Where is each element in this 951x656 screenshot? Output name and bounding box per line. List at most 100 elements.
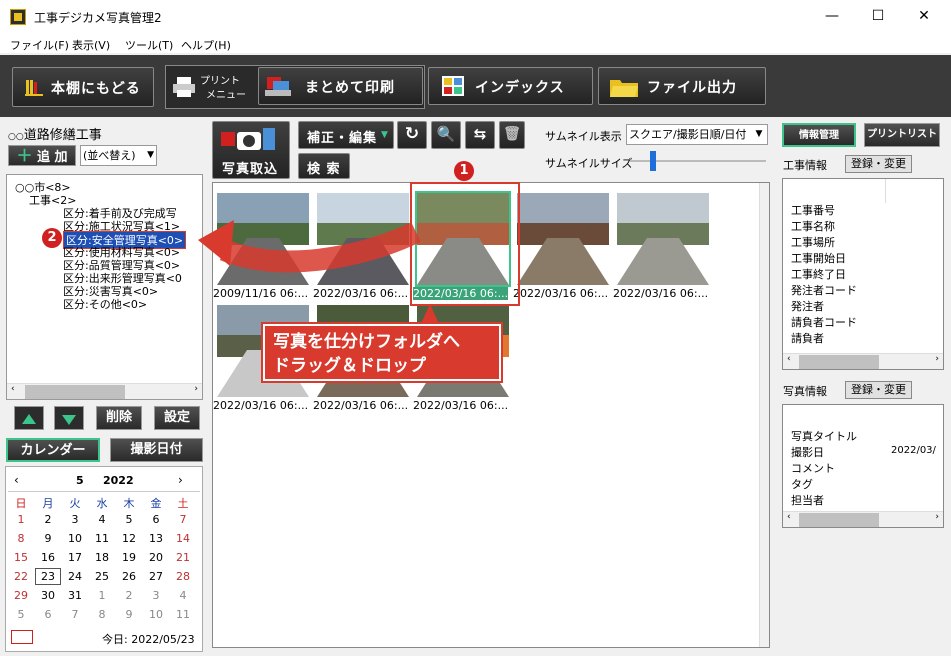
delete-button[interactable]: 削除 [96, 406, 142, 430]
sort-select[interactable]: (並べ替え) ▼ [80, 145, 157, 166]
calendar-day[interactable]: 16 [35, 551, 61, 564]
scroll-right-icon[interactable]: › [935, 512, 939, 522]
calendar-day[interactable]: 7 [62, 608, 88, 621]
menu-file[interactable]: ファイル(F) [10, 37, 69, 53]
calendar-day[interactable]: 11 [89, 532, 115, 545]
calendar-day[interactable]: 5 [8, 608, 34, 621]
calendar-day[interactable]: 23 [35, 568, 61, 585]
photo-info-scrollbar[interactable]: ‹ › [783, 511, 943, 527]
calendar-day[interactable]: 9 [116, 608, 142, 621]
shoot-date-tab[interactable]: 撮影日付 [110, 438, 203, 462]
calendar-day[interactable]: 24 [62, 570, 88, 583]
trash-button[interactable]: 🗑 [499, 121, 525, 149]
calendar-day[interactable]: 26 [116, 570, 142, 583]
calendar-day[interactable]: 21 [170, 551, 196, 564]
calendar-tab[interactable]: カレンダー [6, 438, 100, 462]
scroll-left-icon[interactable]: ‹ [11, 384, 15, 394]
photo-date-value: 2022/03/ [891, 445, 936, 456]
calendar-day[interactable]: 30 [35, 589, 61, 602]
calendar-day[interactable]: 29 [8, 589, 34, 602]
minimize-button[interactable]: — [809, 0, 855, 33]
thumb-size-slider-handle[interactable] [649, 151, 656, 171]
calendar-day[interactable]: 15 [8, 551, 34, 564]
info-management-tab[interactable]: 情報管理 [782, 123, 856, 147]
photo-register-button[interactable]: 登録・変更 [845, 381, 912, 399]
calendar-day[interactable]: 4 [170, 589, 196, 602]
move-down-button[interactable] [54, 406, 84, 430]
calendar-day[interactable]: 4 [89, 513, 115, 526]
project-info-scrollbar[interactable]: ‹ › [783, 353, 943, 369]
project-info-box: 工事番号 工事名称 工事場所 工事開始日 工事終了日 発注者コード 発注者 請負者コード 請負者… [782, 178, 944, 370]
thumb-display-select[interactable]: スクエア/撮影日順/日付 ▼ [626, 124, 768, 145]
photo-thumbnail[interactable] [217, 193, 309, 285]
calendar-day[interactable]: 8 [89, 608, 115, 621]
edit-button[interactable]: 補正・編集 ▼ [298, 121, 394, 149]
calendar-day[interactable]: 3 [62, 513, 88, 526]
menu-tools[interactable]: ツール(T) [125, 37, 173, 53]
index-button[interactable]: インデックス [428, 67, 593, 105]
tree-item[interactable]: 区分:その他<0> [63, 296, 147, 312]
today-label[interactable]: 今日: 2022/05/23 [102, 631, 195, 647]
settings-button[interactable]: 設定 [154, 406, 200, 430]
calendar-day[interactable]: 17 [62, 551, 88, 564]
zoom-button[interactable]: 🔍 [431, 121, 461, 149]
calendar-day[interactable]: 22 [8, 570, 34, 583]
next-month-button[interactable]: › [178, 473, 183, 487]
photo-thumbnail[interactable] [517, 193, 609, 285]
window-title: 工事デジカメ写真管理2 [34, 11, 162, 25]
calendar-day[interactable]: 1 [89, 589, 115, 602]
scroll-left-icon[interactable]: ‹ [787, 354, 791, 364]
photo-thumbnail[interactable] [317, 193, 409, 285]
close-button[interactable]: ✕ [901, 0, 947, 33]
tree-horizontal-scrollbar[interactable]: ‹ › [7, 383, 202, 399]
calendar-day[interactable]: 8 [8, 532, 34, 545]
calendar-day[interactable]: 18 [89, 551, 115, 564]
tree-scroll-thumb[interactable] [25, 385, 125, 399]
calendar-day[interactable]: 13 [143, 532, 169, 545]
scroll-right-icon[interactable]: › [194, 384, 198, 394]
calendar-day[interactable]: 10 [62, 532, 88, 545]
calendar-day[interactable]: 2 [116, 589, 142, 602]
calendar-day[interactable]: 2 [35, 513, 61, 526]
calendar-day[interactable]: 11 [170, 608, 196, 621]
print-menu-label-1: プリント [200, 76, 240, 87]
search-button[interactable]: 検 索 [298, 153, 350, 179]
scroll-left-icon[interactable]: ‹ [787, 512, 791, 522]
calendar-day[interactable]: 7 [170, 513, 196, 526]
calendar-day[interactable]: 3 [143, 589, 169, 602]
thumbnail-vertical-scrollbar[interactable] [759, 183, 769, 647]
file-output-button[interactable]: ファイル出力 [598, 67, 766, 105]
project-register-button[interactable]: 登録・変更 [845, 155, 912, 173]
prev-month-button[interactable]: ‹ [14, 473, 19, 487]
menu-help[interactable]: ヘルプ(H) [181, 37, 231, 53]
scroll-right-icon[interactable]: › [935, 354, 939, 364]
calendar-day[interactable]: 6 [35, 608, 61, 621]
print-list-tab[interactable]: プリントリスト [864, 123, 940, 147]
calendar-day[interactable]: 12 [116, 532, 142, 545]
move-up-button[interactable] [14, 406, 44, 430]
calendar-day[interactable]: 19 [116, 551, 142, 564]
maximize-button[interactable]: ☐ [855, 0, 901, 33]
rotate-button[interactable]: ↻ [397, 121, 427, 149]
back-to-bookshelf-button[interactable]: 本棚にもどる [12, 67, 154, 107]
photo-info-scroll-thumb[interactable] [799, 513, 879, 527]
menu-view[interactable]: 表示(V) [72, 37, 110, 53]
batch-print-button[interactable]: まとめて印刷 [258, 67, 423, 105]
folder-tree[interactable]: ○○市<8> 工事<2> 区分:着手前及び完成写 区分:施工状況写真<1> 区分:安全管… [6, 174, 203, 400]
photo-thumbnail[interactable] [617, 193, 709, 285]
calendar-day[interactable]: 1 [8, 513, 34, 526]
swap-button[interactable]: ⇆ [465, 121, 495, 149]
add-button[interactable]: ＋ 追 加 [8, 145, 76, 166]
calendar-day[interactable]: 31 [62, 589, 88, 602]
calendar-day[interactable]: 25 [89, 570, 115, 583]
calendar-day[interactable]: 10 [143, 608, 169, 621]
calendar-day[interactable]: 6 [143, 513, 169, 526]
calendar-day[interactable]: 28 [170, 570, 196, 583]
import-photos-button[interactable]: 写真取込 [212, 121, 290, 179]
calendar-day[interactable]: 14 [170, 532, 196, 545]
calendar-day[interactable]: 5 [116, 513, 142, 526]
calendar-day[interactable]: 20 [143, 551, 169, 564]
project-info-scroll-thumb[interactable] [799, 355, 879, 369]
calendar-day[interactable]: 9 [35, 532, 61, 545]
calendar-day[interactable]: 27 [143, 570, 169, 583]
